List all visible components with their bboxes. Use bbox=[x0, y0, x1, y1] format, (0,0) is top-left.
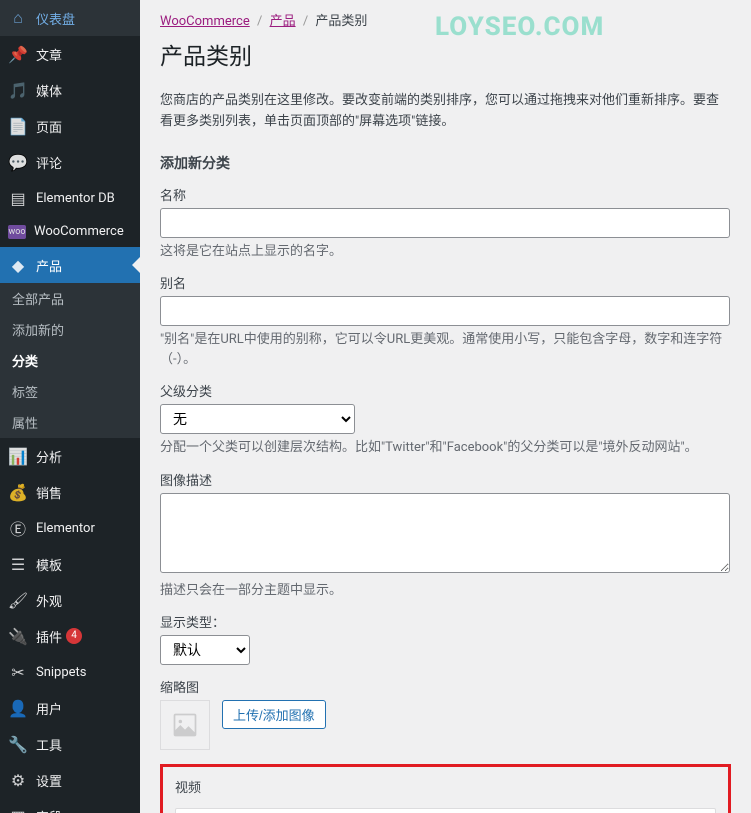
settings-icon: ⚙ bbox=[8, 770, 28, 790]
parent-help: 分配一个父类可以创建层次结构。比如"Twitter"和"Facebook"的父分… bbox=[160, 438, 731, 458]
sidebar-item-media[interactable]: 🎵媒体 bbox=[0, 72, 140, 108]
sidebar-item-sales[interactable]: 💰销售 bbox=[0, 474, 140, 510]
sidebar-item-elementor[interactable]: ⒺElementor bbox=[0, 510, 140, 546]
sidebar-item-elementor-db[interactable]: ▤Elementor DB bbox=[0, 180, 140, 216]
media-icon: 🎵 bbox=[8, 80, 28, 100]
appearance-icon: 🖌 bbox=[8, 590, 28, 610]
desc-textarea[interactable] bbox=[160, 493, 730, 573]
breadcrumb: WooCommerce / 产品 / 产品类别 bbox=[160, 10, 731, 29]
video-url-input[interactable] bbox=[175, 808, 716, 813]
name-label: 名称 bbox=[160, 185, 731, 204]
dashboard-icon: ⌂ bbox=[8, 8, 28, 28]
sidebar-item-dashboard[interactable]: ⌂仪表盘 bbox=[0, 0, 140, 36]
parent-select[interactable]: 无 bbox=[160, 404, 355, 434]
video-section: 视频 bbox=[160, 764, 731, 813]
display-label: 显示类型： bbox=[160, 612, 731, 631]
sidebar-item-templates[interactable]: ☰模板 bbox=[0, 546, 140, 582]
slug-label: 别名 bbox=[160, 273, 731, 292]
pin-icon: 📌 bbox=[8, 44, 28, 64]
submenu-all-products[interactable]: 全部产品 bbox=[0, 283, 140, 314]
users-icon: 👤 bbox=[8, 698, 28, 718]
sales-icon: 💰 bbox=[8, 482, 28, 502]
sidebar-item-comments[interactable]: 💬评论 bbox=[0, 144, 140, 180]
submenu-tags[interactable]: 标签 bbox=[0, 376, 140, 407]
tools-icon: 🔧 bbox=[8, 734, 28, 754]
sidebar-item-settings[interactable]: ⚙设置 bbox=[0, 762, 140, 798]
submenu-categories[interactable]: 分类 bbox=[0, 345, 140, 376]
submenu-attributes[interactable]: 属性 bbox=[0, 407, 140, 438]
sidebar-item-products[interactable]: ◆产品 bbox=[0, 247, 140, 283]
page-intro: 您商店的产品类别在这里修改。要改变前端的类别排序，您可以通过拖拽来对他们重新排序… bbox=[160, 91, 731, 133]
slug-help: "别名"是在URL中使用的别称，它可以令URL更美观。通常使用小写，只能包含字母… bbox=[160, 330, 731, 369]
plugin-icon: 🔌 bbox=[8, 626, 28, 646]
plugin-badge: 4 bbox=[66, 628, 82, 644]
db-icon: ▤ bbox=[8, 188, 28, 208]
name-input[interactable] bbox=[160, 208, 730, 238]
add-category-heading: 添加新分类 bbox=[160, 153, 731, 173]
product-icon: ◆ bbox=[8, 255, 28, 275]
page-title: 产品类别 bbox=[160, 37, 731, 71]
video-label: 视频 bbox=[175, 777, 716, 796]
breadcrumb-products[interactable]: 产品 bbox=[270, 14, 296, 29]
page-icon: 📄 bbox=[8, 116, 28, 136]
fields-icon: ▦ bbox=[8, 806, 28, 813]
admin-sidebar: ⌂仪表盘 📌文章 🎵媒体 📄页面 💬评论 ▤Elementor DB wooWo… bbox=[0, 0, 140, 813]
template-icon: ☰ bbox=[8, 554, 28, 574]
sidebar-item-tools[interactable]: 🔧工具 bbox=[0, 726, 140, 762]
image-placeholder-icon bbox=[171, 711, 199, 739]
thumbnail-placeholder bbox=[160, 700, 210, 750]
breadcrumb-current: 产品类别 bbox=[315, 14, 367, 29]
breadcrumb-woo[interactable]: WooCommerce bbox=[160, 14, 250, 29]
snippets-icon: ✂ bbox=[8, 662, 28, 682]
woo-icon: woo bbox=[8, 225, 26, 239]
display-select[interactable]: 默认 bbox=[160, 635, 250, 665]
desc-help: 描述只会在一部分主题中显示。 bbox=[160, 581, 731, 601]
name-help: 这将是它在站点上显示的名字。 bbox=[160, 242, 731, 262]
sidebar-item-fields[interactable]: ▦字段 bbox=[0, 798, 140, 813]
sidebar-item-appearance[interactable]: 🖌外观 bbox=[0, 582, 140, 618]
products-submenu: 全部产品 添加新的 分类 标签 属性 bbox=[0, 283, 140, 438]
desc-label: 图像描述 bbox=[160, 470, 731, 489]
sidebar-item-posts[interactable]: 📌文章 bbox=[0, 36, 140, 72]
comment-icon: 💬 bbox=[8, 152, 28, 172]
sidebar-item-pages[interactable]: 📄页面 bbox=[0, 108, 140, 144]
sidebar-item-analytics[interactable]: 📊分析 bbox=[0, 438, 140, 474]
elementor-icon: Ⓔ bbox=[8, 518, 28, 538]
submenu-add-new[interactable]: 添加新的 bbox=[0, 314, 140, 345]
parent-label: 父级分类 bbox=[160, 381, 731, 400]
sidebar-item-users[interactable]: 👤用户 bbox=[0, 690, 140, 726]
upload-image-button[interactable]: 上传/添加图像 bbox=[222, 700, 326, 729]
slug-input[interactable] bbox=[160, 296, 730, 326]
thumb-label: 缩略图 bbox=[160, 677, 731, 696]
sidebar-item-plugins[interactable]: 🔌插件4 bbox=[0, 618, 140, 654]
sidebar-item-snippets[interactable]: ✂Snippets bbox=[0, 654, 140, 690]
main-content: LOYSEO.COM WooCommerce / 产品 / 产品类别 产品类别 … bbox=[140, 0, 751, 813]
analytics-icon: 📊 bbox=[8, 446, 28, 466]
sidebar-item-woocommerce[interactable]: wooWooCommerce bbox=[0, 216, 140, 247]
